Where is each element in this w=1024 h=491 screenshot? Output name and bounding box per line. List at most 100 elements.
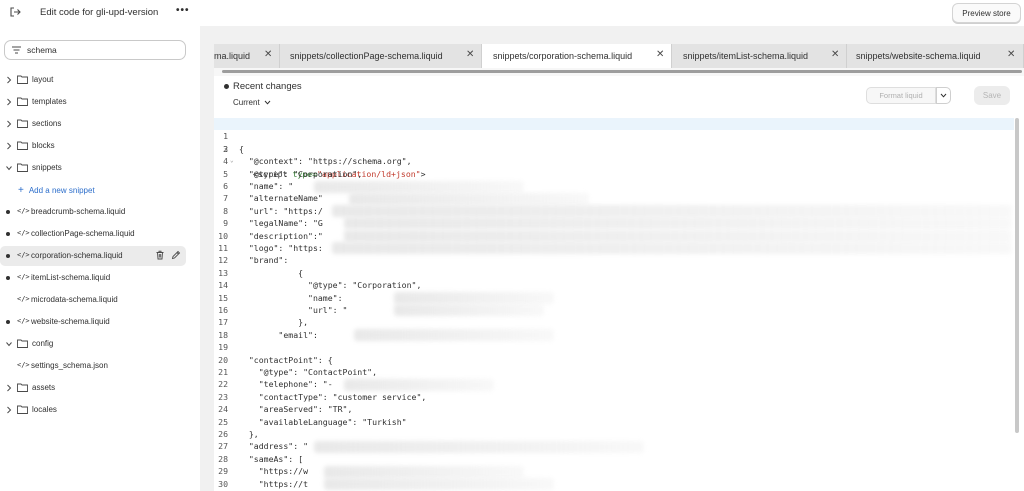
page-title: Edit code for gli-upd-version [40,7,159,18]
file-corporation-schema[interactable]: </> corporation-schema.liquid [0,246,186,266]
add-snippet-link[interactable]: + Add a new snippet [18,180,95,200]
code-text: }, [239,429,259,439]
tab-partial[interactable]: ma.liquid ✕ [214,44,280,68]
code-file-icon: </> [17,229,30,237]
tab-label: ma.liquid [214,51,251,61]
code-text: "contactType": "customer service", [239,391,427,402]
folder-sections[interactable]: sections [0,114,186,134]
chevron-down-icon [264,100,271,105]
code-line: 28 "sameAs": [ [214,453,1014,465]
redacted-region [324,466,524,478]
line-number: 26 [218,429,228,439]
row-actions [155,250,181,260]
file-settings-schema[interactable]: </> settings_schema.json [0,356,186,376]
folder-config[interactable]: config [0,334,186,354]
tab-corporation-schema[interactable]: snippets/corporation-schema.liquid ✕ [482,44,672,68]
save-button[interactable]: Save [974,86,1010,105]
line-number: 27 [218,441,228,452]
folder-blocks[interactable]: blocks [0,136,186,156]
unsaved-dot [6,276,10,280]
close-icon[interactable]: ✕ [831,49,839,60]
file-label: microdata-schema.liquid [31,295,118,304]
trash-icon[interactable] [155,250,165,260]
line-number: 14 [218,280,228,291]
line-number: 15 [218,292,228,303]
version-select[interactable]: Current [233,98,271,107]
code-area[interactable]: 1 2 ⌄ <script type="application/ld+json"… [214,118,1024,491]
tabs-scrollbar[interactable] [214,68,1024,76]
file-itemlist-schema[interactable]: </> itemList-schema.liquid [0,268,186,288]
format-liquid-button[interactable]: Format liquid [866,87,936,104]
folder-assets[interactable]: assets [0,378,186,398]
close-icon[interactable]: ✕ [264,49,272,60]
exit-icon[interactable] [9,6,21,18]
scrollbar-thumb[interactable] [222,70,1022,73]
file-website-schema[interactable]: </> website-schema.liquid [0,312,186,332]
line-number: 11 [218,243,228,253]
folder-open-icon [17,163,28,172]
code-line: 20 "contactPoint": { [214,354,1014,366]
code-line: 26 }, [214,428,1014,440]
code-line: 21 "@type": "ContactPoint", [214,366,1014,378]
line-number: 22 [218,379,228,390]
folder-open-icon [17,339,28,348]
file-label: collectionPage-schema.liquid [31,229,135,238]
file-collectionpage-schema[interactable]: </> collectionPage-schema.liquid [0,224,186,244]
preview-store-button[interactable]: Preview store [952,3,1021,23]
folder-layout[interactable]: layout [0,70,186,90]
file-label: settings_schema.json [31,361,108,370]
line-number: 21 [218,367,228,377]
redacted-region [314,441,644,453]
filter-icon [12,46,21,54]
search-input[interactable] [27,43,177,57]
code-line: 3{ [214,143,1014,155]
top-bar: Edit code for gli-upd-version ••• Previe… [0,0,1024,26]
code-text: "https://w [239,466,309,477]
redacted-region [344,230,1012,242]
search-field[interactable] [4,40,186,60]
tab-website-schema[interactable]: snippets/website-schema.liquid ✕ [847,44,1024,68]
line-number: 12 [218,255,228,266]
redacted-region [349,193,589,205]
chevron-down-icon [940,93,947,98]
line-number: 29 [218,466,228,477]
unsaved-dot [6,210,10,214]
code-file-icon: </> [17,361,30,369]
editor-vertical-scrollbar[interactable] [1013,118,1020,486]
scrollbar-thumb[interactable] [1015,118,1019,433]
code-line: 23 "contactType": "customer service", [214,391,1014,403]
close-icon[interactable]: ✕ [1007,49,1015,60]
code-file-icon: </> [17,295,30,303]
code-text: { [239,143,244,154]
code-text: "@type": "Corporation", [239,280,422,291]
file-microdata-schema[interactable]: </> microdata-schema.liquid [0,290,186,310]
code-file-icon: </> [17,251,30,259]
tab-collectionpage-schema[interactable]: snippets/collectionPage-schema.liquid ✕ [280,44,482,68]
line-number: 13 [218,267,228,278]
folder-icon [17,119,28,128]
more-actions-icon[interactable]: ••• [176,5,190,16]
file-label: website-schema.liquid [31,317,110,326]
code-text: "@type": "ContactPoint", [239,367,378,377]
file-breadcrumb-schema[interactable]: </> breadcrumb-schema.liquid [0,202,186,222]
close-icon[interactable]: ✕ [466,49,474,60]
code-text: "alternateName" [239,193,323,204]
format-options-button[interactable] [936,87,951,104]
folder-label: config [32,339,54,348]
tab-itemlist-schema[interactable]: snippets/itemList-schema.liquid ✕ [672,44,847,68]
code-text: "brand": [239,255,289,266]
line-number: 25 [218,416,228,427]
code-file-icon: </> [17,207,30,215]
folder-templates[interactable]: templates [0,92,186,112]
line-number: 20 [218,354,228,365]
line-number: 7 [223,193,228,204]
editor-tabs: ma.liquid ✕ snippets/collectionPage-sche… [214,44,1024,68]
code-line: 13 { [214,267,1014,279]
folder-locales[interactable]: locales [0,400,186,420]
code-line: 5 "@type": "Corporation", [214,168,1014,180]
chevron-right-icon [7,142,12,150]
folder-snippets[interactable]: snippets [0,158,186,178]
pencil-icon[interactable] [171,250,181,260]
folder-label: locales [32,405,57,414]
close-icon[interactable]: ✕ [656,49,664,60]
